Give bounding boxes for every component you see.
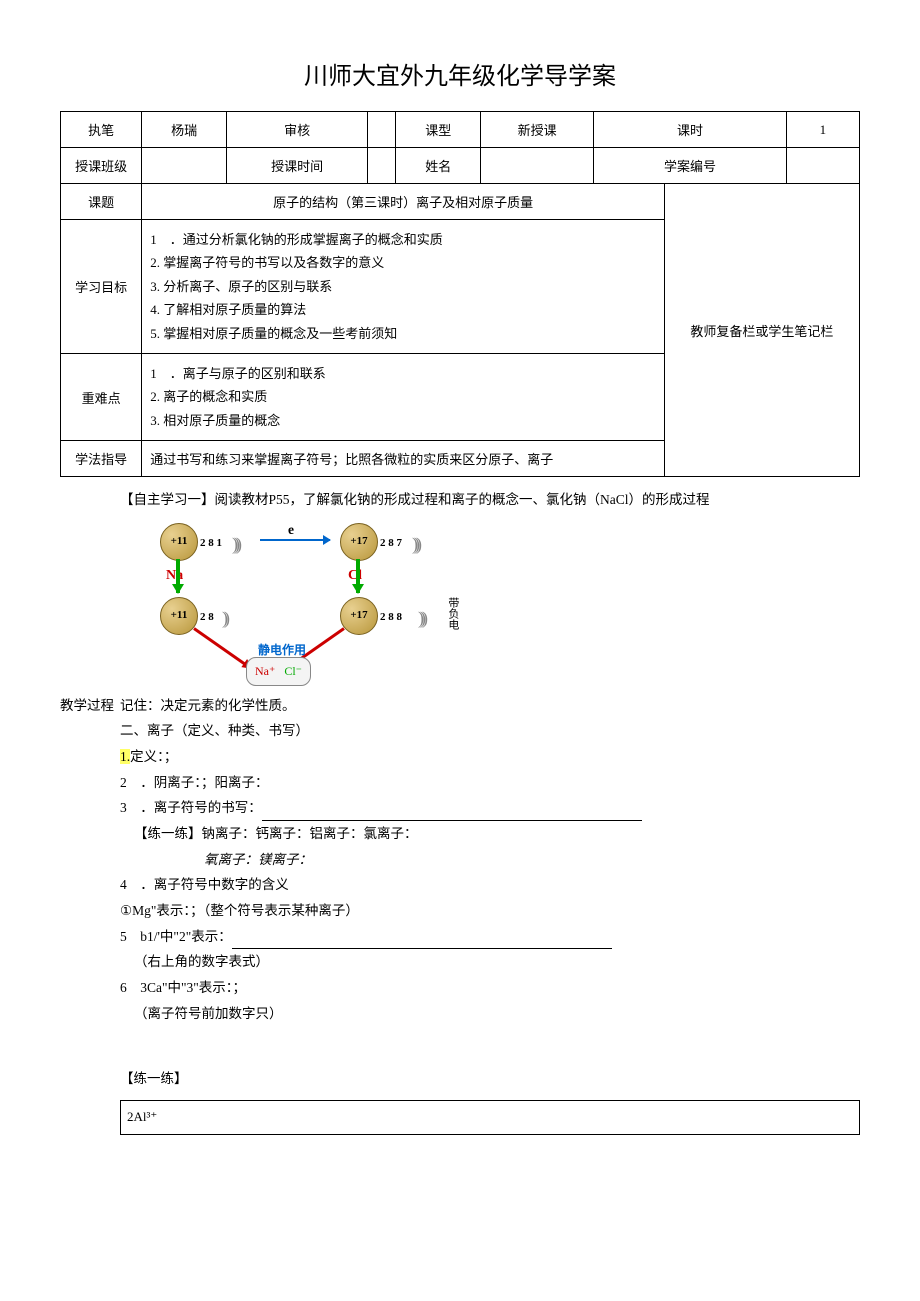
na-ion-arcs-icon: )) [222,601,226,635]
cell-difficulty-value: 1 ．离子与原子的区别和联系 2. 离子的概念和实质 3. 相对原子质量的概念 [142,354,665,441]
cell-difficulty-label: 重难点 [61,354,142,441]
page-title: 川师大宜外九年级化学导学案 [60,56,860,91]
cell-class-label: 授课班级 [61,148,142,184]
prefix-note: （离子符号前加数字只） [134,1001,860,1027]
cell-period-value: 1 [786,112,859,148]
cell-name-label: 姓名 [396,148,481,184]
anion-cation-line: 2 ．阴离子：；阳离子： [120,770,860,796]
na-shells: 2 8 1 [200,533,222,554]
cl-ion-arcs-icon: ))) [418,601,424,635]
item-6-line: 6 3Ca"中"3"表示：； [120,975,860,1001]
cl-down-arrow-icon [356,559,360,593]
cell-name-value [481,148,594,184]
cell-review-label: 审核 [227,112,368,148]
blank-line-2 [232,948,612,949]
goal-4: 4. 了解相对原子质量的算法 [150,298,658,321]
goal-1: 1 ．通过分析氯化钠的形成掌握离子的概念和实质 [150,228,658,251]
electron-label: e [288,517,294,543]
cl-ion-shells: 2 8 8 [380,607,402,628]
cell-class-value [142,148,227,184]
electron-arrow-icon [260,539,330,541]
cell-goals-label: 学习目标 [61,220,142,354]
cell-topic-value: 原子的结构（第三课时）离子及相对原子质量 [142,184,665,220]
cl-ion-icon: +17 [340,597,378,635]
cell-time-label: 授课时间 [227,148,368,184]
practice-heading: 【练一练】 [120,1066,860,1092]
cell-review-value [368,112,396,148]
practice-box: 2Al³⁺ [120,1100,860,1135]
cl-shells: 2 8 7 [380,533,402,554]
cell-type-label: 课型 [396,112,481,148]
practice-ions-line-2: 氧离子：镁离子： [204,847,860,873]
highlight-1: 1. [120,749,130,764]
header-table: 执笔 杨瑞 审核 课型 新授课 课时 1 授课班级 授课时间 姓名 学案编号 课… [60,111,860,477]
self-study-heading: 【自主学习一】阅读教材P55，了解氯化钠的形成过程和离子的概念一、氯化钠（NaC… [120,487,860,513]
cell-plan-no-value [786,148,859,184]
negative-charge-label: 带负电 [442,597,463,630]
na-arcs-icon: ))) [232,527,238,561]
cell-method-value: 通过书写和练习来掌握离子符号；比照各微粒的实质来区分原子、离子 [142,441,665,477]
cell-type-value: 新授课 [481,112,594,148]
nacl-ion-box: Na⁺ Cl⁻ [246,657,311,686]
section-two-heading: 二、离子（定义、种类、书写） [120,718,860,744]
cl-arcs-icon: ))) [412,527,418,561]
practice-ions-line: 【练一练】钠离子：钙离子：铝离子：氯离子： [134,821,860,847]
cell-author-label: 执笔 [61,112,142,148]
cell-notes-label: 教师复备栏或学生笔记栏 [664,184,859,477]
cl-minus-label: Cl⁻ [284,664,302,678]
na-atom-icon: +11 [160,523,198,561]
na-down-arrow-icon [176,559,180,593]
cell-goals-value: 1 ．通过分析氯化钠的形成掌握离子的概念和实质 2. 掌握离子符号的书写以及各数… [142,220,665,354]
cell-plan-no-label: 学案编号 [594,148,787,184]
goal-2: 2. 掌握离子符号的书写以及各数字的意义 [150,251,658,274]
nacl-formation-diagram: +11 2 8 1 ))) +17 2 8 7 ))) e Na Cl +11 … [160,523,460,683]
cl-atom-icon: +17 [340,523,378,561]
mg-line: ①Mg"表示：；（整个符号表示某种离子） [120,898,860,924]
na-plus-label: Na⁺ [255,664,275,678]
diff-1: 1 ．离子与原子的区别和联系 [150,362,658,385]
cell-method-label: 学法指导 [61,441,142,477]
na-ion-shells: 2 8 [200,607,214,628]
digit-meaning-heading: 4 ．离子符号中数字的含义 [120,872,860,898]
cell-topic-label: 课题 [61,184,142,220]
process-label: 教学过程 [60,693,120,1135]
cell-time-value [368,148,396,184]
teaching-content: 【自主学习一】阅读教材P55，了解氯化钠的形成过程和离子的概念一、氯化钠（NaC… [60,487,860,1134]
diff-3: 3. 相对原子质量的概念 [150,409,658,432]
cell-period-label: 课时 [594,112,787,148]
definition-line: 1.定义：； [120,744,860,770]
cell-author-value: 杨瑞 [142,112,227,148]
ion-symbol-writing-line: 3 ．离子符号的书写： [120,795,860,821]
item-5-line: 5 b1/'中"2"表示： [120,924,860,950]
superscript-note: （右上角的数字表式） [134,949,860,975]
diff-2: 2. 离子的概念和实质 [150,385,658,408]
goal-5: 5. 掌握相对原子质量的概念及一些考前须知 [150,322,658,345]
goal-3: 3. 分析离子、原子的区别与联系 [150,275,658,298]
remember-line: 记住：决定元素的化学性质。 [120,693,860,719]
